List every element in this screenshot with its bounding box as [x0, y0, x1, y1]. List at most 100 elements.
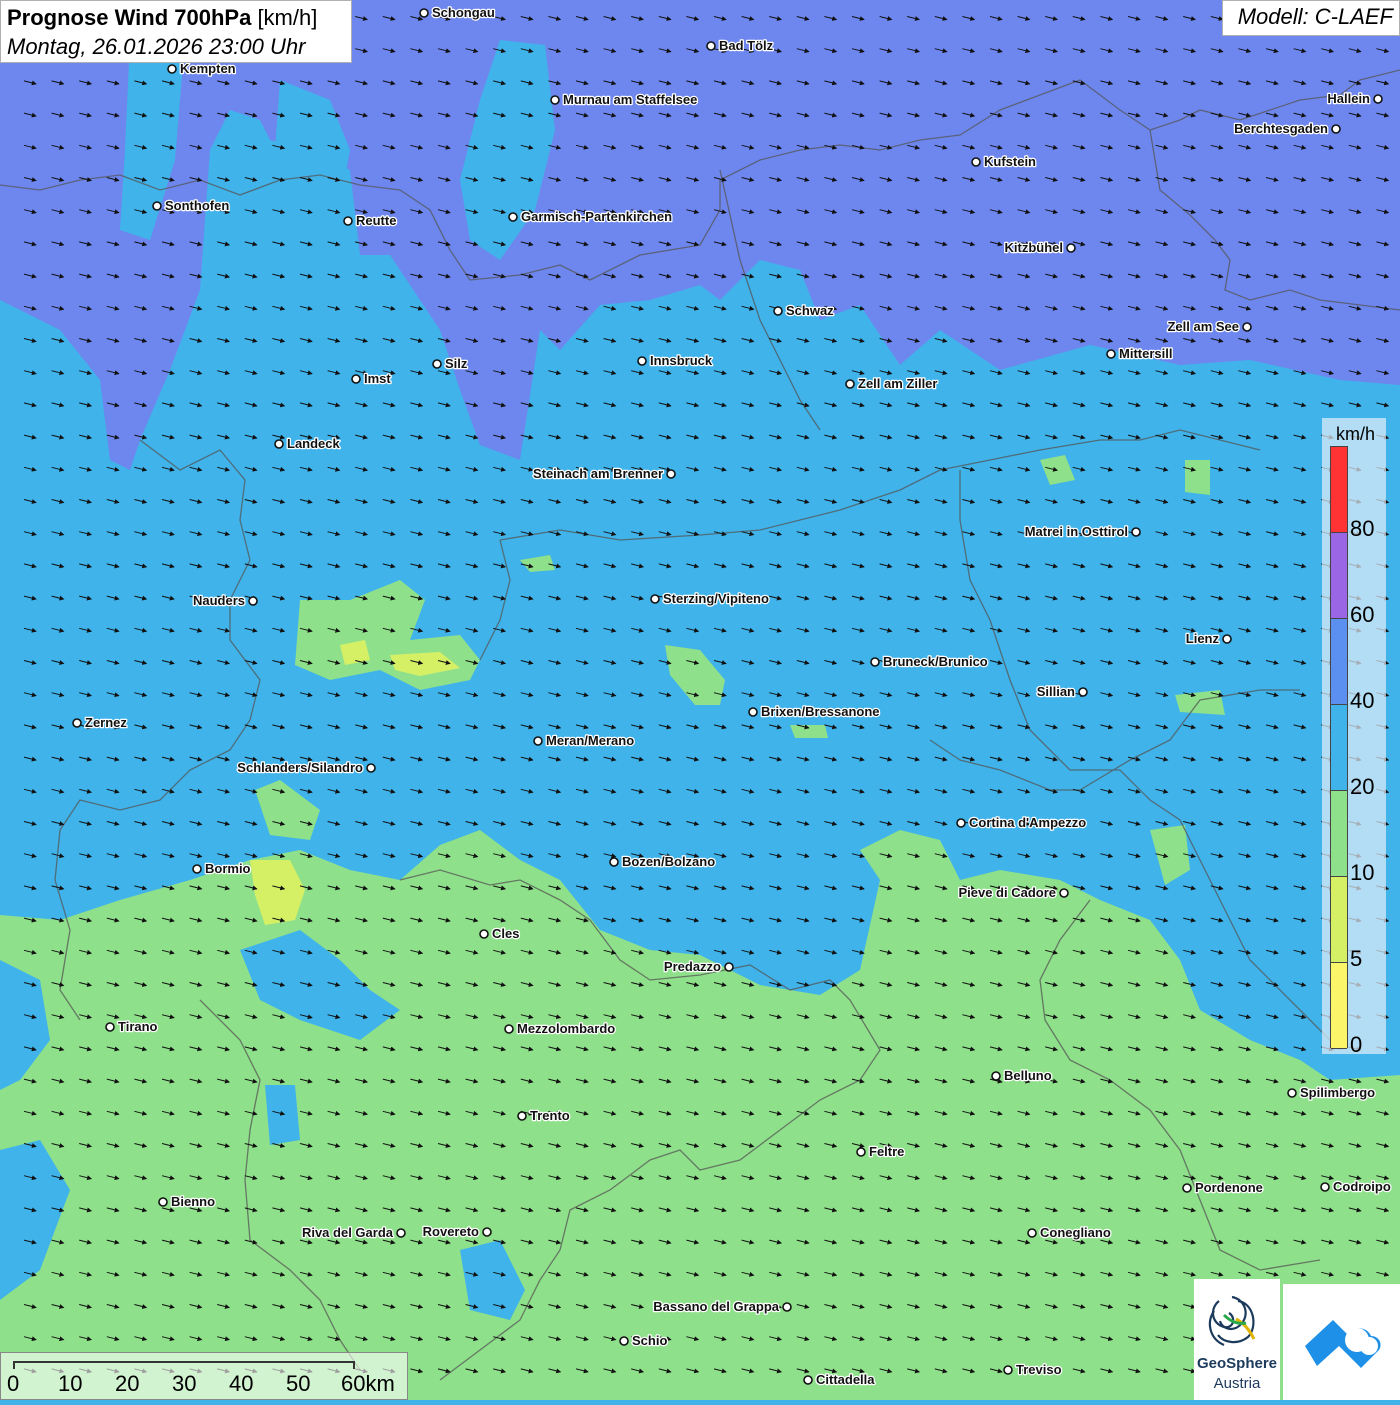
legend-tick-label: 60: [1350, 602, 1375, 627]
city-label: Matrei in Osttirol: [1025, 524, 1128, 539]
scale-bar: 0 10 20 30 40 50 60km: [0, 1352, 408, 1400]
city-label: Imst: [364, 371, 391, 386]
scale-label: 10: [58, 1371, 83, 1396]
city-marker[interactable]: Garmisch-Partenkirchen: [508, 208, 673, 225]
city-dot: [248, 596, 258, 606]
legend-color-segment: [1331, 791, 1347, 877]
city-label: Zell am Ziller: [858, 376, 937, 391]
city-label: Bienno: [171, 1194, 215, 1209]
city-dot: [158, 1197, 168, 1207]
geosphere-austria-logo[interactable]: GeoSphere Austria: [1194, 1279, 1280, 1400]
city-dot: [637, 356, 647, 366]
city-label: Zernez: [85, 715, 127, 730]
city-label: Feltre: [869, 1144, 904, 1159]
legend-tick-label: 20: [1350, 774, 1375, 799]
city-marker[interactable]: Brixen/Bressanone: [748, 703, 881, 720]
scale-label: 30: [172, 1371, 197, 1396]
city-marker[interactable]: Schlanders/Silandro: [236, 759, 376, 776]
legend-color-segment: [1331, 619, 1347, 705]
city-dot: [1066, 243, 1076, 253]
city-marker[interactable]: Riva del Garda: [301, 1224, 406, 1241]
city-dot: [550, 95, 560, 105]
city-dot: [105, 1022, 115, 1032]
wind-patch: [265, 1085, 300, 1145]
legend-color-segment: [1331, 705, 1347, 791]
city-label: Schwaz: [786, 303, 834, 318]
city-label: Bruneck/Brunico: [883, 654, 988, 669]
weather-app-logo[interactable]: [1283, 1284, 1400, 1400]
city-dot: [1106, 349, 1116, 359]
wind-map[interactable]: Schongau Bad Tölz Kempten Murnau am Staffel…: [0, 0, 1400, 1400]
model-label: Modell: C-LAEF: [1222, 0, 1400, 36]
city-dot: [1373, 94, 1383, 104]
city-label: Mittersill: [1119, 346, 1172, 361]
city-label: Tirano: [118, 1019, 158, 1034]
city-marker[interactable]: Pieve di Cadore: [957, 884, 1069, 901]
city-marker[interactable]: Spilimbergo: [1287, 1084, 1376, 1101]
city-label: Bozen/Bolzano: [622, 854, 715, 869]
city-marker[interactable]: Zell am See: [1166, 318, 1252, 335]
city-marker[interactable]: Meran/Merano: [533, 732, 635, 749]
city-marker[interactable]: Matrei in Osttirol: [1023, 523, 1141, 540]
city-dot: [1182, 1183, 1192, 1193]
scale-label: 0: [7, 1371, 20, 1396]
city-label: Nauders: [193, 593, 245, 608]
city-label: Schongau: [432, 5, 495, 20]
city-label: Riva del Garda: [302, 1225, 394, 1240]
city-label: Conegliano: [1040, 1225, 1111, 1240]
city-label: Innsbruck: [650, 353, 713, 368]
city-label: Codroipo: [1333, 1179, 1391, 1194]
city-label: Cittadella: [816, 1372, 875, 1387]
city-marker[interactable]: Cortina d'Ampezzo: [956, 814, 1088, 831]
city-dot: [956, 818, 966, 828]
city-marker[interactable]: Bozen/Bolzano: [609, 853, 716, 870]
city-dot: [432, 359, 442, 369]
city-dot: [1027, 1228, 1037, 1238]
legend-color-bar: [1330, 446, 1348, 1049]
app-logo-icon: [1305, 1320, 1381, 1368]
city-marker[interactable]: Sonthofen: [152, 197, 231, 214]
city-marker[interactable]: Mezzolombardo: [504, 1020, 617, 1037]
geosphere-logo-icon: [1208, 1295, 1256, 1347]
city-marker[interactable]: Steinach am Brenner: [532, 465, 676, 482]
city-label: Bassano del Grappa: [653, 1299, 779, 1314]
city-dot: [666, 469, 676, 479]
wind-patch: [1185, 460, 1210, 495]
city-dot: [167, 64, 177, 74]
geosphere-name: GeoSphere: [1196, 1355, 1278, 1372]
city-dot: [619, 1336, 629, 1346]
city-label: Sillian: [1037, 684, 1075, 699]
city-dot: [419, 8, 429, 18]
color-legend: km/h 80 60 40 20 10 5 0: [1322, 418, 1386, 1057]
city-dot: [803, 1375, 813, 1385]
forecast-datetime: Montag, 26.01.2026 23:00 Uhr: [7, 34, 306, 59]
city-marker[interactable]: Zell am Ziller: [845, 375, 939, 392]
city-label: Sonthofen: [165, 198, 229, 213]
city-dot: [870, 657, 880, 667]
city-label: Kufstein: [984, 154, 1036, 169]
legend-unit: km/h: [1336, 424, 1376, 444]
city-marker[interactable]: Conegliano: [1027, 1224, 1112, 1241]
city-dot: [366, 763, 376, 773]
scale-label: 40: [229, 1371, 254, 1396]
city-dot: [479, 929, 489, 939]
city-dot: [609, 857, 619, 867]
city-marker[interactable]: Berchtesgaden: [1233, 120, 1341, 137]
city-label: Meran/Merano: [546, 733, 634, 748]
city-dot: [1242, 322, 1252, 332]
legend-color-segment: [1331, 877, 1347, 963]
city-marker[interactable]: Bassano del Grappa: [652, 1298, 792, 1315]
city-marker[interactable]: Pordenone: [1182, 1179, 1264, 1196]
city-marker[interactable]: Bruneck/Brunico: [870, 653, 989, 670]
city-dot: [650, 594, 660, 604]
city-marker[interactable]: Schongau: [419, 4, 496, 21]
city-marker[interactable]: Murnau am Staffelsee: [550, 91, 699, 108]
city-dot: [396, 1228, 406, 1238]
city-label: Bad Tölz: [719, 38, 774, 53]
city-marker[interactable]: Innsbruck: [637, 352, 714, 369]
scale-bar-line: [13, 1361, 355, 1369]
city-marker[interactable]: Sterzing/Vipiteno: [650, 590, 770, 607]
city-label: Hallein: [1327, 91, 1370, 106]
legend-tick-label: 5: [1350, 946, 1363, 971]
city-dot: [1320, 1182, 1330, 1192]
